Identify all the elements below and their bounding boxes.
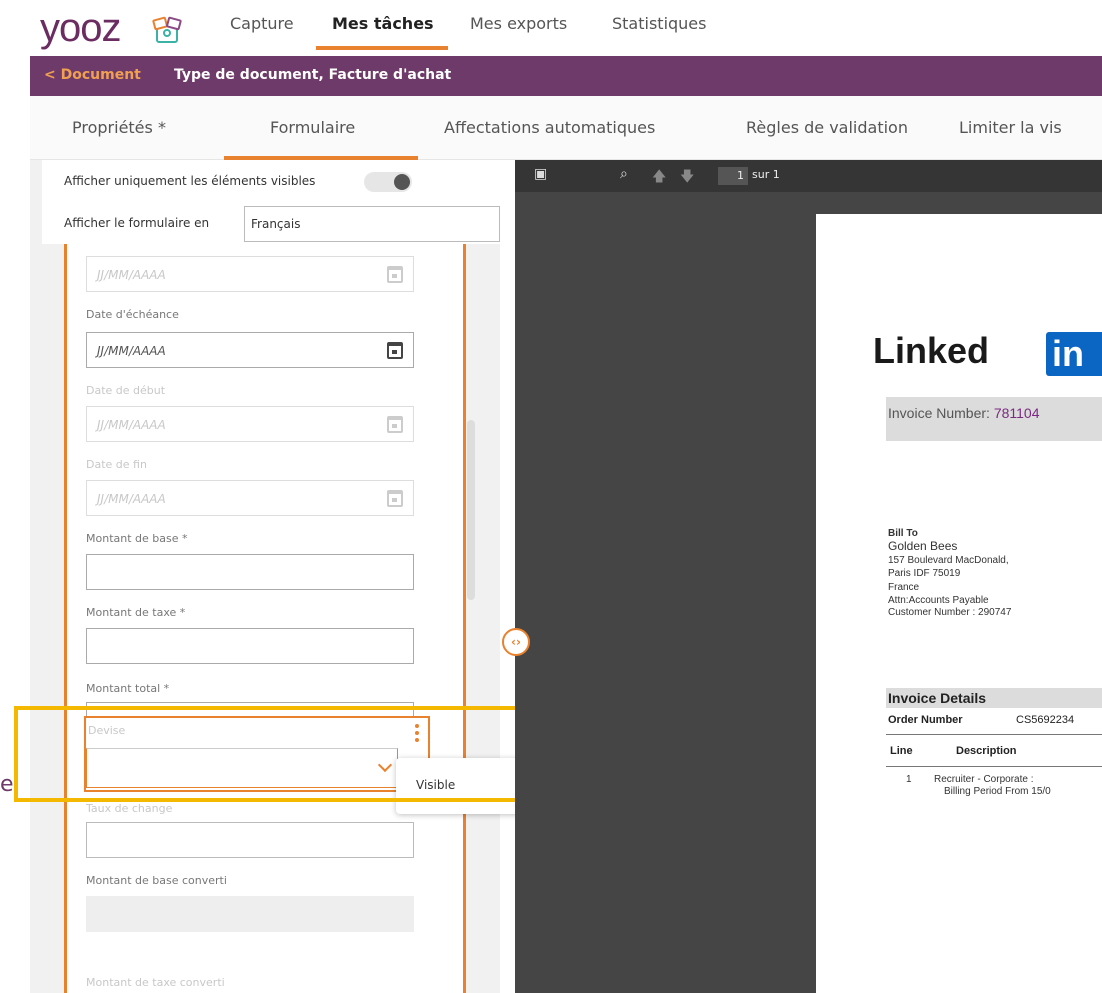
converted-base-label: Montant de base converti (86, 874, 227, 887)
date-placeholder: JJ/MM/AAAA (97, 492, 166, 506)
toggle-knob (394, 174, 410, 190)
invoice-number-label: Invoice Number: (888, 405, 990, 421)
base-amount-field[interactable] (86, 554, 414, 590)
nav-mes-taches[interactable]: Mes tâches (332, 14, 434, 33)
due-date-label: Date d'échéance (86, 308, 179, 321)
bill-to-company: Golden Bees (888, 539, 958, 553)
tab-regles-validation[interactable]: Règles de validation (746, 118, 908, 137)
bill-to-attn: Attn:Accounts Payable (888, 595, 989, 606)
cards-icon (152, 16, 182, 43)
date-placeholder: JJ/MM/AAAA (97, 344, 166, 358)
converted-base-field (86, 896, 414, 932)
tab-proprietes[interactable]: Propriétés * (72, 118, 166, 137)
form-language-select[interactable]: Français (244, 206, 500, 242)
tax-amount-label: Montant de taxe * (86, 606, 186, 619)
cropped-text-fragment: e (0, 772, 14, 797)
page-number-input[interactable]: 1 (718, 167, 748, 185)
end-date-label: Date de fin (86, 458, 147, 471)
tab-formulaire[interactable]: Formulaire (270, 118, 355, 137)
column-description: Description (956, 745, 1017, 757)
nav-capture[interactable]: Capture (230, 14, 294, 33)
nav-statistiques[interactable]: Statistiques (612, 14, 706, 33)
nav-active-indicator (316, 46, 448, 50)
nav-mes-exports[interactable]: Mes exports (470, 14, 567, 33)
tab-bar: Propriétés * Formulaire Affectations aut… (30, 96, 1102, 160)
resize-handle-icon[interactable]: ‹› (502, 628, 530, 656)
viewer-toolbar (515, 160, 1102, 192)
bill-to-heading: Bill To (888, 528, 918, 539)
date-placeholder: JJ/MM/AAAA (97, 268, 166, 282)
calendar-icon[interactable] (387, 490, 403, 507)
table-rule-header (886, 766, 1102, 767)
row1-description-period: Billing Period From 15/0 (944, 786, 1051, 797)
date-placeholder: JJ/MM/AAAA (97, 418, 166, 432)
exchange-rate-field[interactable] (86, 822, 414, 858)
bill-to-address1: 157 Boulevard MacDonald, (888, 555, 1009, 566)
converted-tax-label: Montant de taxe converti (86, 976, 225, 989)
breadcrumb-bar: < Document Type de document, Facture d'a… (30, 56, 1102, 96)
due-date-field[interactable]: JJ/MM/AAAA (86, 332, 414, 368)
bill-to-address2: Paris IDF 75019 (888, 568, 961, 579)
arrow-up-icon[interactable]: 🡅 (652, 166, 666, 190)
customer-number: Customer Number : 290747 (888, 607, 1012, 618)
calendar-icon[interactable] (387, 416, 403, 433)
sidebar-toggle-icon[interactable]: ▣ (534, 166, 547, 182)
bill-to-country: France (888, 582, 920, 593)
top-navbar: yooz Capture Mes tâches Mes exports Stat… (0, 0, 1102, 54)
total-amount-label: Montant total * (86, 682, 170, 695)
calendar-icon[interactable] (387, 266, 403, 283)
search-icon[interactable]: ⌕ (620, 166, 628, 182)
breadcrumb-title: Type de document, Facture d'achat (174, 67, 452, 83)
visible-only-toggle[interactable] (364, 172, 412, 192)
invoice-number: Invoice Number: 781104 (888, 405, 1040, 421)
breadcrumb-back-link[interactable]: < Document (44, 67, 141, 83)
row1-line: 1 (906, 774, 912, 785)
calendar-icon[interactable] (387, 342, 403, 359)
table-rule-top (886, 734, 1102, 735)
base-amount-label: Montant de base * (86, 532, 188, 545)
exchange-rate-label: Taux de change (86, 802, 173, 815)
invoice-details-title: Invoice Details (888, 690, 987, 706)
page-count: sur 1 (752, 168, 780, 181)
start-date-field[interactable]: JJ/MM/AAAA (86, 406, 414, 442)
tab-limiter-visibilite[interactable]: Limiter la vis (959, 118, 1062, 137)
end-date-field[interactable]: JJ/MM/AAAA (86, 480, 414, 516)
tab-affectations[interactable]: Affectations automatiques (444, 118, 655, 137)
arrow-down-icon[interactable]: 🡇 (680, 166, 694, 190)
visible-only-label: Afficher uniquement les éléments visible… (64, 174, 316, 188)
form-scrollbar[interactable] (467, 420, 475, 600)
linkedin-logo-text: Linked (873, 330, 990, 371)
form-language-label: Afficher le formulaire en (64, 216, 210, 230)
invoice-number-value: 781104 (993, 405, 1040, 421)
tax-amount-field[interactable] (86, 628, 414, 664)
column-line: Line (890, 745, 913, 757)
row1-description: Recruiter - Corporate : (934, 774, 1034, 785)
start-date-label: Date de début (86, 384, 166, 397)
order-number-value: CS5692234 (1016, 714, 1075, 726)
linkedin-logo-badge: in (1046, 332, 1102, 376)
yooz-logo[interactable]: yooz (40, 8, 121, 48)
date-field-top[interactable]: JJ/MM/AAAA (86, 256, 414, 292)
order-number-label: Order Number (888, 714, 963, 726)
